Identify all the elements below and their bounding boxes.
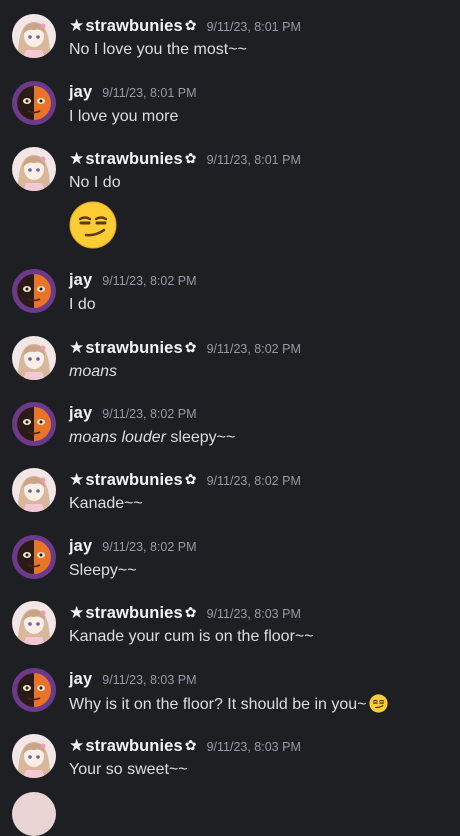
flower-icon: ✿ [184, 736, 197, 753]
avatar[interactable] [12, 402, 56, 446]
message-text: Kanade your cum is on the floor~~ [69, 628, 314, 645]
avatar[interactable] [12, 535, 56, 579]
message-text: No I do [69, 174, 121, 191]
star-icon: ★ [69, 149, 85, 168]
username[interactable]: jay [69, 404, 92, 423]
timestamp: 9/11/23, 8:02 PM [102, 407, 197, 421]
anime-girl-avatar-icon [12, 147, 56, 191]
message-header: ★ strawbunies ✿ 9/11/23, 8:01 PM [69, 16, 301, 38]
orange-mask-avatar-icon [12, 402, 56, 446]
message-header: jay 9/11/23, 8:02 PM [69, 404, 197, 426]
avatar[interactable] [12, 468, 56, 512]
timestamp: 9/11/23, 8:02 PM [206, 342, 301, 356]
avatar[interactable] [12, 14, 56, 58]
anime-girl-avatar-icon [12, 468, 56, 512]
message-text: Your so sweet~~ [69, 761, 188, 778]
anime-girl-avatar-icon [12, 601, 56, 645]
message-header: jay 9/11/23, 8:02 PM [69, 271, 197, 293]
avatar[interactable] [12, 81, 56, 125]
message-header: ★ strawbunies ✿ 9/11/23, 8:03 PM [69, 736, 301, 758]
anime-girl-avatar-icon [12, 734, 56, 778]
star-icon: ★ [69, 736, 85, 755]
smirking-face-emoji-icon[interactable] [368, 694, 388, 713]
flower-icon: ✿ [184, 470, 197, 487]
message-header: jay 9/11/23, 8:01 PM [69, 83, 197, 105]
username[interactable]: ★ strawbunies ✿ [69, 603, 197, 623]
message-header: ★ strawbunies ✿ 9/11/23, 8:03 PM [69, 603, 301, 625]
avatar[interactable] [12, 147, 56, 191]
username[interactable]: jay [69, 83, 92, 102]
timestamp: 9/11/23, 8:01 PM [102, 86, 197, 100]
username[interactable]: ★ strawbunies ✿ [69, 736, 197, 756]
message-header: jay 9/11/23, 8:02 PM [69, 537, 197, 559]
flower-icon: ✿ [184, 16, 197, 33]
message-header: ★ strawbunies ✿ 9/11/23, 8:02 PM [69, 470, 301, 492]
message-text: moans louder sleepy~~ [69, 428, 235, 448]
avatar[interactable] [12, 792, 56, 836]
message-text-rest: sleepy~~ [165, 429, 236, 446]
avatar[interactable] [12, 668, 56, 712]
avatar[interactable] [12, 336, 56, 380]
timestamp: 9/11/23, 8:03 PM [206, 740, 301, 754]
message-header: ★ strawbunies ✿ 9/11/23, 8:01 PM [69, 149, 301, 171]
username[interactable]: jay [69, 537, 92, 556]
avatar[interactable] [12, 269, 56, 313]
orange-mask-avatar-icon [12, 668, 56, 712]
timestamp: 9/11/23, 8:01 PM [206, 20, 301, 34]
orange-mask-avatar-icon [12, 81, 56, 125]
message-header: jay 9/11/23, 8:03 PM [69, 670, 197, 692]
timestamp: 9/11/23, 8:03 PM [206, 607, 301, 621]
message-text: Why is it on the floor? It should be in … [69, 694, 388, 715]
username[interactable]: ★ strawbunies ✿ [69, 338, 197, 358]
message-header: ★ strawbunies ✿ 9/11/23, 8:02 PM [69, 338, 301, 360]
smirking-face-emoji-icon[interactable] [69, 201, 117, 249]
message-text: I love you more [69, 108, 179, 125]
anime-girl-avatar-icon [12, 336, 56, 380]
message-text: No I love you the most~~ [69, 41, 247, 58]
message-text: Sleepy~~ [69, 562, 137, 579]
message-text: Kanade~~ [69, 495, 143, 512]
username[interactable]: ★ strawbunies ✿ [69, 470, 197, 490]
italic-text: moans louder [69, 429, 166, 446]
username[interactable]: ★ strawbunies ✿ [69, 149, 197, 169]
flower-icon: ✿ [184, 149, 197, 166]
star-icon: ★ [69, 470, 85, 489]
timestamp: 9/11/23, 8:03 PM [102, 673, 197, 687]
italic-text: moans [69, 363, 118, 380]
username[interactable]: ★ strawbunies ✿ [69, 16, 197, 36]
orange-mask-avatar-icon [12, 269, 56, 313]
timestamp: 9/11/23, 8:01 PM [206, 153, 301, 167]
message-text: I do [69, 296, 96, 313]
star-icon: ★ [69, 16, 85, 35]
star-icon: ★ [69, 338, 85, 357]
message-text-body: Why is it on the floor? It should be in … [69, 696, 367, 713]
timestamp: 9/11/23, 8:02 PM [206, 474, 301, 488]
username[interactable]: jay [69, 670, 92, 689]
star-icon: ★ [69, 603, 85, 622]
orange-mask-avatar-icon [12, 535, 56, 579]
flower-icon: ✿ [184, 338, 197, 355]
timestamp: 9/11/23, 8:02 PM [102, 274, 197, 288]
avatar[interactable] [12, 601, 56, 645]
timestamp: 9/11/23, 8:02 PM [102, 540, 197, 554]
avatar[interactable] [12, 734, 56, 778]
message-text: moans [69, 362, 117, 382]
username[interactable]: jay [69, 271, 92, 290]
anime-girl-avatar-icon [12, 14, 56, 58]
chat-message-list: ★ strawbunies ✿ 9/11/23, 8:01 PM No I love… [0, 0, 460, 836]
flower-icon: ✿ [184, 603, 197, 620]
